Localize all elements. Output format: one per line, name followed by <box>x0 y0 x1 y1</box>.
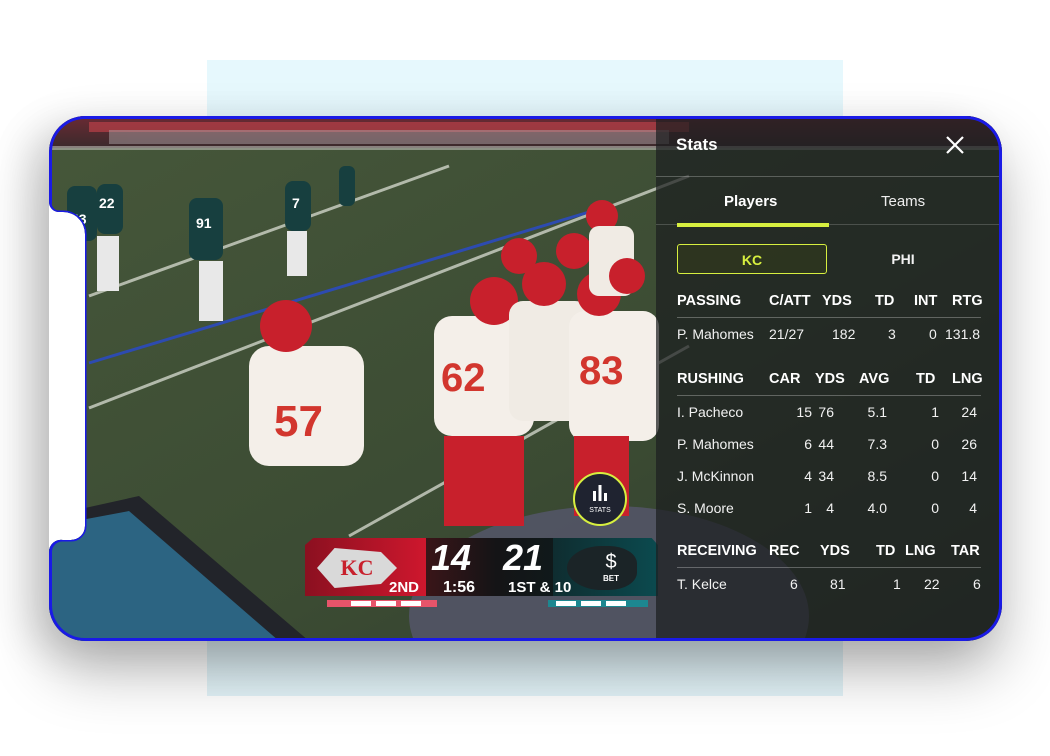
phone-screen: 43 22 91 7 57 62 83 KC 14 21 2ND 1:56 1S… <box>49 116 1002 641</box>
device-frame <box>49 116 1002 641</box>
